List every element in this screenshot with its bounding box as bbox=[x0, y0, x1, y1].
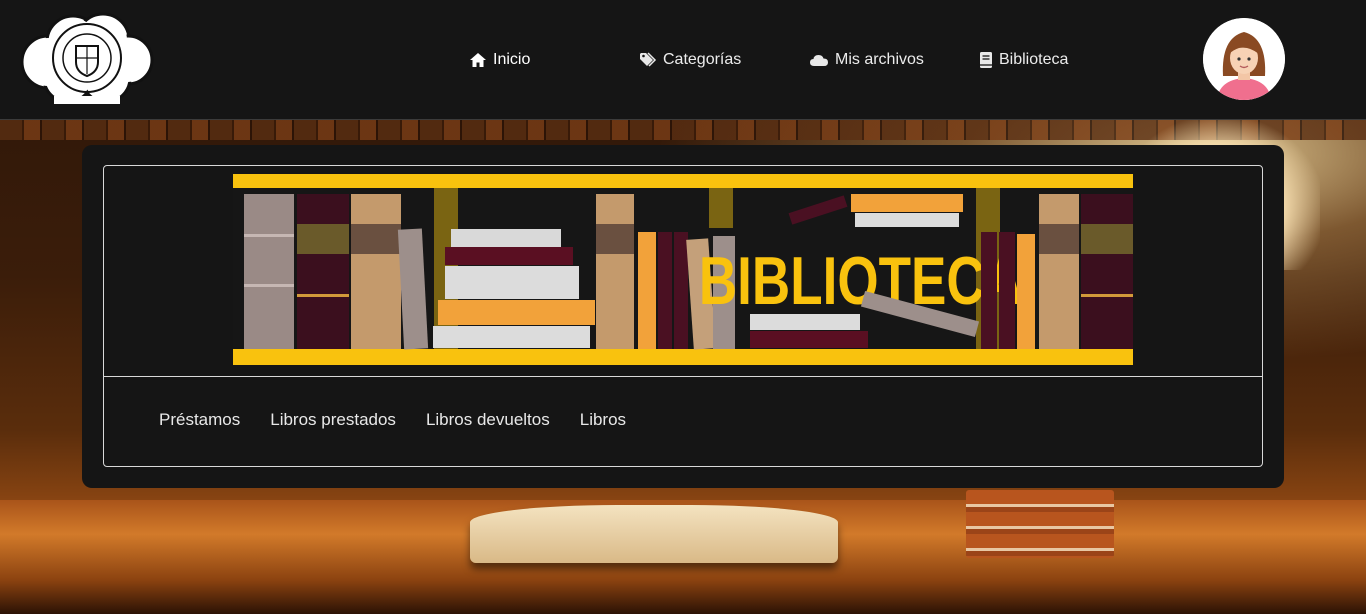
nav-inicio[interactable]: Inicio bbox=[469, 48, 530, 72]
library-tabs: Préstamos Libros prestados Libros devuel… bbox=[159, 410, 626, 430]
nav-categorias-label: Categorías bbox=[663, 51, 742, 68]
library-card: BIBLIOTECA Préstamos Libros prestados Li… bbox=[103, 165, 1263, 467]
background-open-book bbox=[470, 505, 838, 563]
main-panel: BIBLIOTECA Préstamos Libros prestados Li… bbox=[82, 145, 1284, 488]
cloud-icon bbox=[809, 51, 829, 69]
nav-biblioteca-label: Biblioteca bbox=[999, 51, 1069, 68]
nav-mis-archivos-label: Mis archivos bbox=[835, 51, 924, 68]
home-icon bbox=[469, 51, 487, 69]
background-book-stack bbox=[966, 490, 1114, 558]
tab-libros-devueltos[interactable]: Libros devueltos bbox=[426, 410, 550, 430]
tab-libros-prestados[interactable]: Libros prestados bbox=[270, 410, 396, 430]
banner-title: BIBLIOTECA bbox=[699, 243, 1023, 319]
user-avatar[interactable] bbox=[1203, 18, 1285, 100]
nav-inicio-label: Inicio bbox=[493, 51, 531, 68]
tags-icon bbox=[639, 51, 657, 69]
book-icon bbox=[979, 51, 993, 69]
banner-area: BIBLIOTECA bbox=[104, 166, 1262, 377]
tab-prestamos[interactable]: Préstamos bbox=[159, 410, 240, 430]
school-logo[interactable] bbox=[18, 12, 156, 106]
top-navbar: Inicio Categorías Mis archivos Bibliotec… bbox=[0, 0, 1366, 120]
biblioteca-banner: BIBLIOTECA bbox=[233, 174, 1133, 365]
nav-biblioteca[interactable]: Biblioteca bbox=[979, 48, 1068, 72]
nav-categorias[interactable]: Categorías bbox=[639, 48, 741, 72]
nav-mis-archivos[interactable]: Mis archivos bbox=[809, 48, 924, 72]
tab-libros[interactable]: Libros bbox=[580, 410, 626, 430]
